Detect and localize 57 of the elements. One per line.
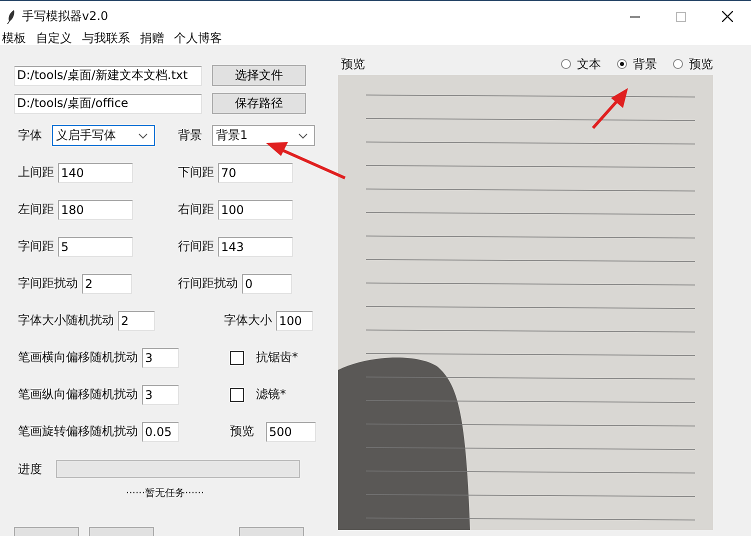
number-field[interactable]: 500: [266, 422, 316, 442]
number-field[interactable]: 3: [142, 384, 179, 404]
field-label: 字体大小: [224, 312, 272, 329]
number-field[interactable]: 0: [242, 274, 292, 294]
dropdown[interactable]: 义启手写体: [52, 125, 155, 146]
field-label: 笔画纵向偏移随机扰动: [18, 386, 138, 403]
field-label: 背景: [178, 127, 202, 144]
number-field[interactable]: 100: [276, 310, 313, 330]
radio-option[interactable]: 预览: [673, 56, 713, 72]
number-field[interactable]: 180: [58, 200, 133, 220]
status-text: ······暂无任务······: [124, 486, 206, 500]
close-icon[interactable]: [722, 11, 733, 22]
file-button[interactable]: 选择文件: [212, 65, 306, 86]
field-label: 笔画横向偏移随机扰动: [18, 349, 138, 366]
field-label: 左间距: [18, 201, 54, 218]
number-field[interactable]: 3: [142, 348, 179, 368]
path-field[interactable]: D:/tools/桌面/office: [14, 94, 202, 114]
menu-item[interactable]: 自定义: [36, 32, 72, 45]
field-label: 字体: [18, 127, 42, 144]
field-label: 行间距: [178, 238, 214, 255]
checkbox-label: 抗锯齿*: [256, 349, 298, 366]
field-label: 右间距: [178, 201, 214, 218]
field-label: 笔画旋转偏移随机扰动: [18, 423, 138, 440]
chevron-down-icon: [298, 132, 308, 138]
field-label: 字体大小随机扰动: [18, 312, 114, 329]
field-label: 字间距扰动: [18, 275, 78, 292]
field-label: 预览: [230, 423, 254, 440]
menu-item[interactable]: 捐赠: [140, 32, 164, 45]
number-field[interactable]: 140: [58, 162, 133, 182]
path-field[interactable]: D:/tools/桌面/新建文本文档.txt: [14, 66, 202, 86]
checkbox[interactable]: [230, 350, 244, 364]
number-field[interactable]: 143: [218, 236, 293, 256]
number-field[interactable]: 100: [218, 200, 293, 220]
feather-icon: [6, 8, 16, 24]
file-button[interactable]: 保存路径: [212, 93, 306, 114]
number-field[interactable]: 2: [118, 310, 155, 330]
number-field[interactable]: 5: [58, 236, 133, 256]
progress-label: 进度: [18, 460, 42, 478]
radio-option[interactable]: 背景: [617, 56, 657, 72]
menu-item[interactable]: 模板: [2, 32, 26, 45]
number-field[interactable]: 2: [82, 274, 132, 294]
checkbox-label: 滤镜*: [256, 386, 286, 403]
radio-option[interactable]: 文本: [561, 56, 601, 72]
menu-item[interactable]: 与我联系: [82, 32, 130, 45]
menu-item[interactable]: 个人博客: [174, 32, 222, 45]
field-label: 行间距扰动: [178, 275, 238, 292]
number-field[interactable]: 0.05: [142, 422, 179, 442]
annotation-arrow: [592, 88, 628, 129]
field-label: 上间距: [18, 164, 54, 181]
preview-label: 预览: [341, 56, 365, 72]
field-label: 字间距: [18, 238, 54, 255]
checkbox[interactable]: [230, 388, 244, 402]
window-title: 手写模拟器v2.0: [22, 8, 108, 25]
number-field[interactable]: 70: [218, 162, 293, 182]
field-label: 下间距: [178, 164, 214, 181]
dropdown[interactable]: 背景1: [212, 125, 315, 146]
chevron-down-icon: [138, 132, 148, 138]
